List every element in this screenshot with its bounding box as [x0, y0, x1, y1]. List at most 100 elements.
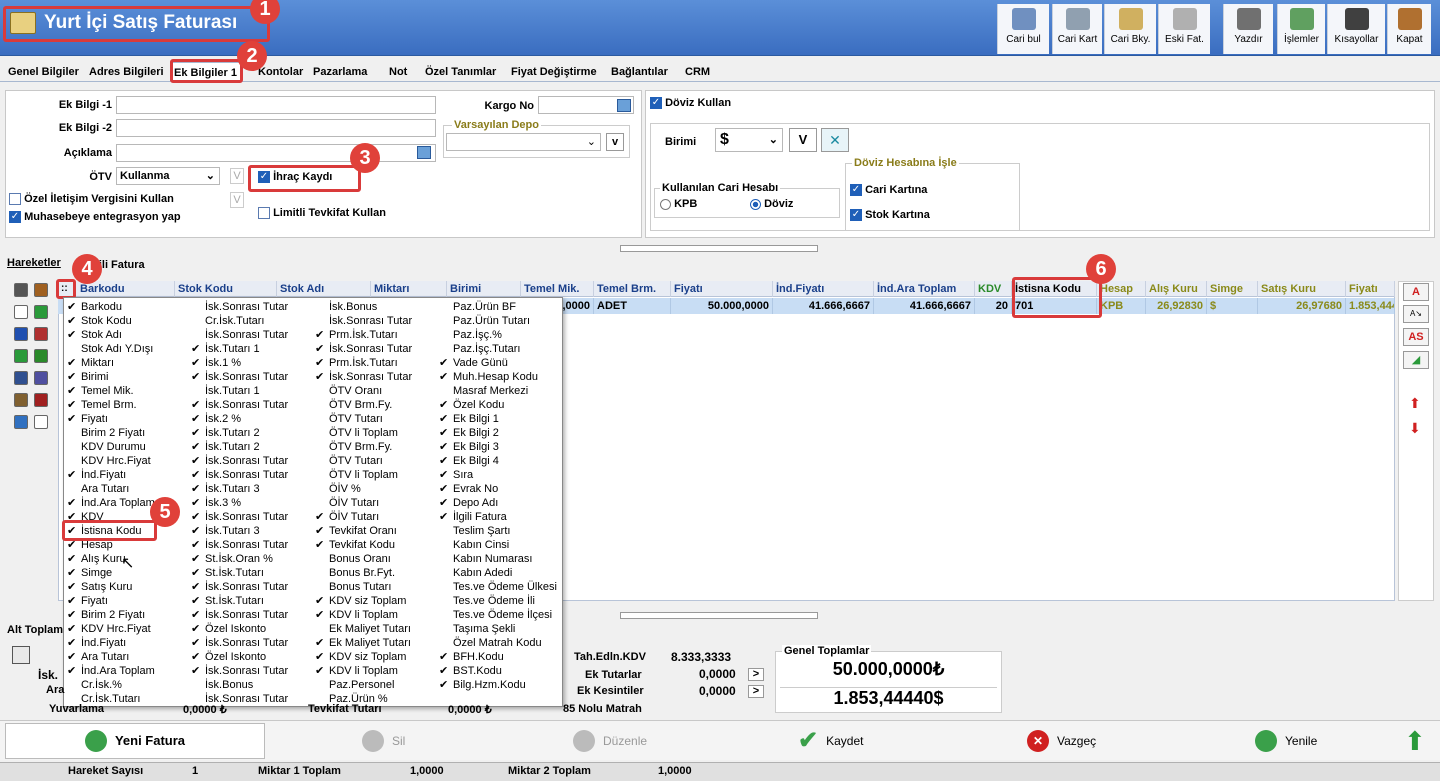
- currency-select[interactable]: $ ⌄: [715, 128, 783, 152]
- menu-item[interactable]: ✔ Ek Bilgi 4: [436, 454, 560, 468]
- stok-kartina-checkbox[interactable]: ✓ Stok Kartına: [850, 209, 930, 222]
- limitli-checkbox[interactable]: Limitli Tevkifat Kullan: [258, 207, 386, 220]
- search-icon[interactable]: [34, 327, 48, 341]
- tab-not[interactable]: Not: [386, 62, 410, 82]
- tab-pazarlama[interactable]: Pazarlama: [310, 62, 370, 82]
- menu-item[interactable]: KDV Durumu: [64, 440, 188, 454]
- toolbar-button-5[interactable]: İşlemler: [1277, 4, 1325, 54]
- menu-item[interactable]: Cr.İsk.%: [64, 678, 188, 692]
- table-cell[interactable]: 26,97680: [1258, 298, 1346, 314]
- menu-item[interactable]: ✔ Özel Kodu: [436, 398, 560, 412]
- text-as-button[interactable]: AS: [1403, 328, 1429, 346]
- menu-item[interactable]: ✔ Evrak No: [436, 482, 560, 496]
- column-header[interactable]: KDV: [975, 281, 1012, 297]
- radio-icon[interactable]: [660, 198, 671, 210]
- menu-item[interactable]: ✔ İsk.Sonrası Tutar: [188, 468, 312, 482]
- menu-item[interactable]: ✔ İlgili Fatura: [436, 510, 560, 524]
- menu-item[interactable]: ✔ İsk.2 %: [188, 412, 312, 426]
- column-header[interactable]: Fiyatı: [671, 281, 773, 297]
- ek-bilgi-2-input[interactable]: [116, 119, 436, 137]
- table-cell[interactable]: ADET: [594, 298, 671, 314]
- menu-item[interactable]: Paz.İşç.Tutarı: [436, 342, 560, 356]
- column-header[interactable]: Simge: [1207, 281, 1258, 297]
- menu-item[interactable]: Kabın Adedi: [436, 566, 560, 580]
- table-cell[interactable]: $: [1207, 298, 1258, 314]
- text-a-button[interactable]: A: [1403, 283, 1429, 301]
- dollar-icon[interactable]: [34, 349, 48, 363]
- menu-item[interactable]: Paz.Ürün BF: [436, 300, 560, 314]
- check-icon[interactable]: ✓: [850, 184, 862, 197]
- splitter-handle[interactable]: [620, 245, 818, 252]
- currency-v-button[interactable]: V: [789, 128, 817, 152]
- text-format-icon[interactable]: [34, 371, 48, 385]
- format-icon[interactable]: A↘: [1403, 305, 1429, 323]
- tools-icon[interactable]: [34, 283, 48, 297]
- menu-item[interactable]: Bonus Oranı: [312, 552, 436, 566]
- column-header[interactable]: Satış Kuru: [1258, 281, 1346, 297]
- menu-item[interactable]: ✔ Barkodu: [64, 300, 188, 314]
- menu-item[interactable]: İsk.Bonus: [312, 300, 436, 314]
- menu-item[interactable]: Kabın Cinsi: [436, 538, 560, 552]
- menu-item[interactable]: ✔ Sıra: [436, 468, 560, 482]
- column-header[interactable]: Temel Brm.: [594, 281, 671, 297]
- menu-item[interactable]: ✔ Temel Brm.: [64, 398, 188, 412]
- menu-item[interactable]: ✔ Birim 2 Fiyatı: [64, 608, 188, 622]
- otv-select[interactable]: Kullanma ⌄: [116, 167, 220, 185]
- page-icon[interactable]: [34, 415, 48, 429]
- menu-item[interactable]: ✔ ÖİV Tutarı: [312, 510, 436, 524]
- table-cell[interactable]: 41.666,6667: [874, 298, 975, 314]
- tab-crm[interactable]: CRM: [682, 62, 713, 82]
- menu-item[interactable]: İsk.Sonrası Tutar: [312, 314, 436, 328]
- menu-item[interactable]: ✔ Ek Maliyet Tutarı: [312, 636, 436, 650]
- check-icon[interactable]: ✓: [9, 211, 21, 224]
- menu-item[interactable]: ✔ St.İsk.Tutarı: [188, 594, 312, 608]
- menu-item[interactable]: ✔ İsk.Sonrası Tutar: [188, 454, 312, 468]
- menu-item[interactable]: ✔ KDV Hrc.Fiyat: [64, 622, 188, 636]
- menu-item[interactable]: İsk.Sonrası Tutar: [188, 328, 312, 342]
- report-icon[interactable]: [14, 393, 28, 407]
- toolbar-button-7[interactable]: Kapat: [1387, 4, 1431, 54]
- menu-item[interactable]: ✔ İsk.Sonrası Tutar: [188, 636, 312, 650]
- menu-item[interactable]: ✔ Birimi: [64, 370, 188, 384]
- menu-item[interactable]: ✔ İnd.Ara Toplam: [64, 664, 188, 678]
- menu-item[interactable]: Stok Adı Y.Dışı: [64, 342, 188, 356]
- menu-item[interactable]: ✔ Özel Iskonto: [188, 650, 312, 664]
- ek-bilgi-1-input[interactable]: [116, 96, 436, 114]
- depo-v-button[interactable]: v: [606, 133, 624, 151]
- menu-item[interactable]: Ara Tutarı: [64, 482, 188, 496]
- lookup-icon[interactable]: [417, 146, 431, 159]
- menu-item[interactable]: ✔ İsk.Sonrası Tutar: [188, 580, 312, 594]
- column-header[interactable]: Fiyatı: [1346, 281, 1395, 297]
- menu-item[interactable]: ✔ İnd.Fiyatı: [64, 636, 188, 650]
- menu-item[interactable]: ✔ Ek Bilgi 3: [436, 440, 560, 454]
- menu-item[interactable]: ✔ İsk.Tutarı 2: [188, 426, 312, 440]
- menu-item[interactable]: ✔ İsk.Sonrası Tutar: [312, 370, 436, 384]
- doviz-kullan-checkbox[interactable]: ✓ Döviz Kullan: [650, 97, 731, 110]
- menu-item[interactable]: Paz.İşç.%: [436, 328, 560, 342]
- menu-item[interactable]: Birim 2 Fiyatı: [64, 426, 188, 440]
- menu-item[interactable]: Özel Matrah Kodu: [436, 636, 560, 650]
- column-header[interactable]: Temel Mik.: [521, 281, 594, 297]
- calculator-icon[interactable]: [12, 646, 30, 664]
- menu-item[interactable]: Taşıma Şekli: [436, 622, 560, 636]
- kpb-radio[interactable]: KPB: [660, 198, 697, 210]
- menu-item[interactable]: ✔ BST.Kodu: [436, 664, 560, 678]
- ozel-iletisim-checkbox[interactable]: Özel İletişim Vergisini Kullan: [9, 193, 174, 206]
- menu-item[interactable]: ✔ Temel Mik.: [64, 384, 188, 398]
- menu-item[interactable]: Ek Maliyet Tutarı: [312, 622, 436, 636]
- menu-item[interactable]: ✔ KDV siz Toplam: [312, 650, 436, 664]
- ek-kesintiler-button[interactable]: >: [748, 685, 764, 698]
- duzenle-button[interactable]: Düzenle: [573, 723, 647, 759]
- tab-fiyat-degistirme[interactable]: Fiyat Değiştirme: [508, 62, 600, 82]
- menu-item[interactable]: ✔ St.İsk.Tutarı: [188, 566, 312, 580]
- menu-item[interactable]: ✔ Muh.Hesap Kodu: [436, 370, 560, 384]
- menu-item[interactable]: ✔ St.İsk.Oran %: [188, 552, 312, 566]
- new-doc-icon[interactable]: [14, 305, 28, 319]
- column-header[interactable]: Stok Kodu: [175, 281, 277, 297]
- arrow-down-icon[interactable]: ⬇: [1409, 420, 1421, 437]
- menu-item[interactable]: ✔ Stok Adı: [64, 328, 188, 342]
- table-cell[interactable]: KPB: [1097, 298, 1146, 314]
- kargo-lookup-icon[interactable]: [617, 99, 631, 112]
- menu-item[interactable]: ÖTV Tutarı: [312, 412, 436, 426]
- menu-item[interactable]: Cr.İsk.Tutarı: [188, 314, 312, 328]
